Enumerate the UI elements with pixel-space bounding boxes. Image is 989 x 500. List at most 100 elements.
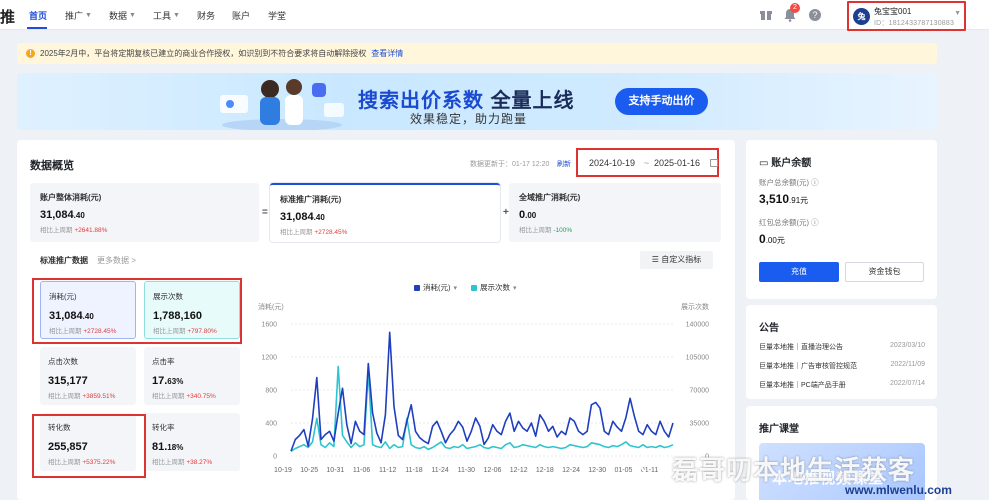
- compare-label: 相比上周期: [152, 393, 185, 400]
- kpi-clicks[interactable]: 点击次数 315,177 相比上周期 +3859.51%: [40, 347, 136, 405]
- help-icon[interactable]: ?: [808, 8, 822, 22]
- avatar: 兔: [853, 8, 870, 25]
- top-navigation: 推 首页 推广 ▼ 数据 ▼ 工具 ▼ 财务 账户 学堂 2 ? 兔 兔宝宝001 I…: [0, 0, 989, 31]
- logo-fragment: 推: [0, 9, 16, 26]
- svg-text:?: ?: [812, 10, 817, 20]
- more-data-link[interactable]: 更多数据 >: [97, 255, 136, 266]
- legend-impressions[interactable]: 展示次数 ▾: [471, 282, 517, 293]
- custom-metrics-label: 自定义指标: [661, 255, 702, 264]
- account-id: ID：1812433787130883: [874, 20, 955, 27]
- kpi-value-dec: 18%: [167, 443, 184, 452]
- y-tick-right: 70000: [690, 388, 710, 395]
- compare-label: 相比上周期: [152, 459, 185, 466]
- nav-promotion[interactable]: 推广 ▼: [65, 9, 92, 22]
- nav-academy[interactable]: 学堂: [268, 9, 286, 22]
- watermark-url: www.mlwenlu.com: [845, 483, 952, 497]
- tab-value: 31,084.40: [40, 209, 249, 221]
- chevron-down-icon: ▾: [453, 284, 458, 292]
- announcement-item[interactable]: 巨量本地推｜广告审核管控规范 2022/11/09: [759, 361, 925, 371]
- right-axis-title: 展示次数: [681, 302, 709, 311]
- metric-tabs: 账户整体消耗(元) 31,084.40 相比上周期 +2641.88% = 标准…: [30, 183, 721, 242]
- x-tick: 11-30: [458, 467, 475, 474]
- compare-value: +38.27%: [186, 459, 213, 466]
- account-switcher[interactable]: 兔 兔宝宝001 ID：1812433787130883 ▼: [847, 1, 966, 31]
- kpi-value-dec: 63%: [167, 377, 184, 386]
- compare-value: -100%: [553, 227, 573, 234]
- y-tick-left: 1600: [261, 322, 277, 329]
- legend-swatch: [414, 284, 420, 291]
- x-tick: 12-24: [562, 467, 580, 474]
- date-range-picker[interactable]: 2024-10-19 ~ 2025-01-16: [576, 148, 719, 177]
- info-icon[interactable]: ⓘ: [811, 218, 819, 227]
- x-tick: 12-30: [588, 467, 606, 474]
- y-tick-left: 1200: [261, 355, 277, 362]
- info-icon[interactable]: ⓘ: [811, 178, 819, 187]
- plus-operator: +: [503, 207, 509, 218]
- tab-value-int: 31,084: [280, 211, 314, 223]
- kpi-value: 17.63%: [152, 375, 232, 387]
- nav-tools[interactable]: 工具 ▼: [153, 9, 180, 22]
- tab-value-dec: .00: [525, 211, 537, 220]
- kpi-compare: 相比上周期 +38.27%: [152, 456, 232, 466]
- nav-finance-label: 财务: [197, 11, 216, 21]
- total-balance-unit: 元: [800, 196, 809, 205]
- tab-compare: 相比上周期 +2728.45%: [280, 226, 490, 236]
- promo-banner[interactable]: 搜索出价系数 全量上线 效果稳定，助力跑量 支持手动出价: [17, 73, 937, 130]
- chevron-down-icon: ▼: [129, 12, 136, 19]
- red-packet-int: 0: [759, 232, 766, 246]
- kpi-conversion-rate[interactable]: 转化率 81.18% 相比上周期 +38.27%: [144, 413, 240, 471]
- watermark-logo-icon: [640, 449, 668, 477]
- x-tick: 12-18: [536, 467, 554, 474]
- banner-illustration-icon: [220, 79, 344, 130]
- tab-value: 0.00: [519, 209, 711, 221]
- announcement-date: 2023/03/10: [889, 342, 925, 349]
- refresh-link[interactable]: 刷新: [557, 159, 571, 169]
- kpi-ctr[interactable]: 点击率 17.63% 相比上周期 +340.75%: [144, 347, 240, 405]
- tab-title: 标准推广消耗(元): [280, 195, 342, 204]
- x-tick: 12-12: [510, 467, 528, 474]
- compare-label: 相比上周期: [280, 229, 313, 236]
- legend-label: 展示次数: [480, 283, 511, 292]
- kpi-compare: 相比上周期 +340.75%: [152, 390, 232, 400]
- announcement-item[interactable]: 巨量本地推｜PC端产品手册 2022/07/14: [759, 380, 925, 390]
- x-tick: 11-24: [431, 467, 448, 474]
- gift-icon[interactable]: [759, 8, 773, 22]
- red-packet-value: 0.00元: [759, 232, 785, 246]
- recharge-button[interactable]: 充值: [759, 262, 839, 282]
- announcement-item[interactable]: 巨量本地推｜直播治理公告 2023/03/10: [759, 342, 925, 352]
- red-packet-label: 红包总余额(元) ⓘ: [759, 217, 819, 228]
- calendar-icon: [710, 159, 718, 167]
- compare-value: +2728.45%: [314, 229, 348, 236]
- banner-title-b: 全量上线: [490, 90, 575, 112]
- manual-bid-button[interactable]: 支持手动出价: [615, 88, 708, 115]
- update-time: 数据更新于：01-17 12:20: [470, 161, 550, 168]
- nav-account[interactable]: 账户: [232, 9, 250, 22]
- nav-home-label: 首页: [29, 11, 48, 21]
- tab-standard-spend[interactable]: 标准推广消耗(元) 31,084.40 相比上周期 +2728.45%: [270, 183, 500, 242]
- banner-title-a: 搜索出价系数: [358, 90, 484, 112]
- watermark-text: 磊哥叨本地生活获客: [672, 455, 916, 485]
- red-packet-label-text: 红包总余额(元): [759, 218, 809, 227]
- custom-metrics-button[interactable]: ☰ 自定义指标: [640, 251, 713, 269]
- legend-spend[interactable]: 消耗(元) ▾: [414, 282, 457, 293]
- date-separator: ~: [644, 158, 650, 168]
- tab-account-total-spend[interactable]: 账户整体消耗(元) 31,084.40 相比上周期 +2641.88%: [30, 183, 259, 242]
- tab-global-spend[interactable]: 全域推广消耗(元) 0.00 相比上周期 -100%: [509, 183, 721, 242]
- compare-label: 相比上周期: [40, 227, 73, 234]
- compare-label: 相比上周期: [519, 227, 552, 234]
- account-name: 兔宝宝001: [874, 7, 912, 16]
- nav-data-label: 数据: [109, 11, 128, 21]
- compare-value: +2641.88%: [74, 227, 108, 234]
- kpi-value-int: 17.: [152, 375, 168, 387]
- notice-detail-link[interactable]: 查看详情: [371, 48, 403, 59]
- nav-data[interactable]: 数据 ▼: [109, 9, 136, 22]
- announcement-date: 2022/11/09: [890, 361, 925, 368]
- nav-account-label: 账户: [232, 11, 251, 21]
- nav-finance[interactable]: 财务: [197, 9, 215, 22]
- wallet-button[interactable]: 资金钱包: [845, 262, 924, 282]
- nav-promotion-label: 推广: [65, 11, 84, 21]
- nav-home[interactable]: 首页: [29, 9, 47, 22]
- y-tick-left: 400: [265, 421, 277, 428]
- kpi-value: 81.18%: [152, 441, 232, 453]
- tab-compare: 相比上周期 +2641.88%: [40, 224, 249, 234]
